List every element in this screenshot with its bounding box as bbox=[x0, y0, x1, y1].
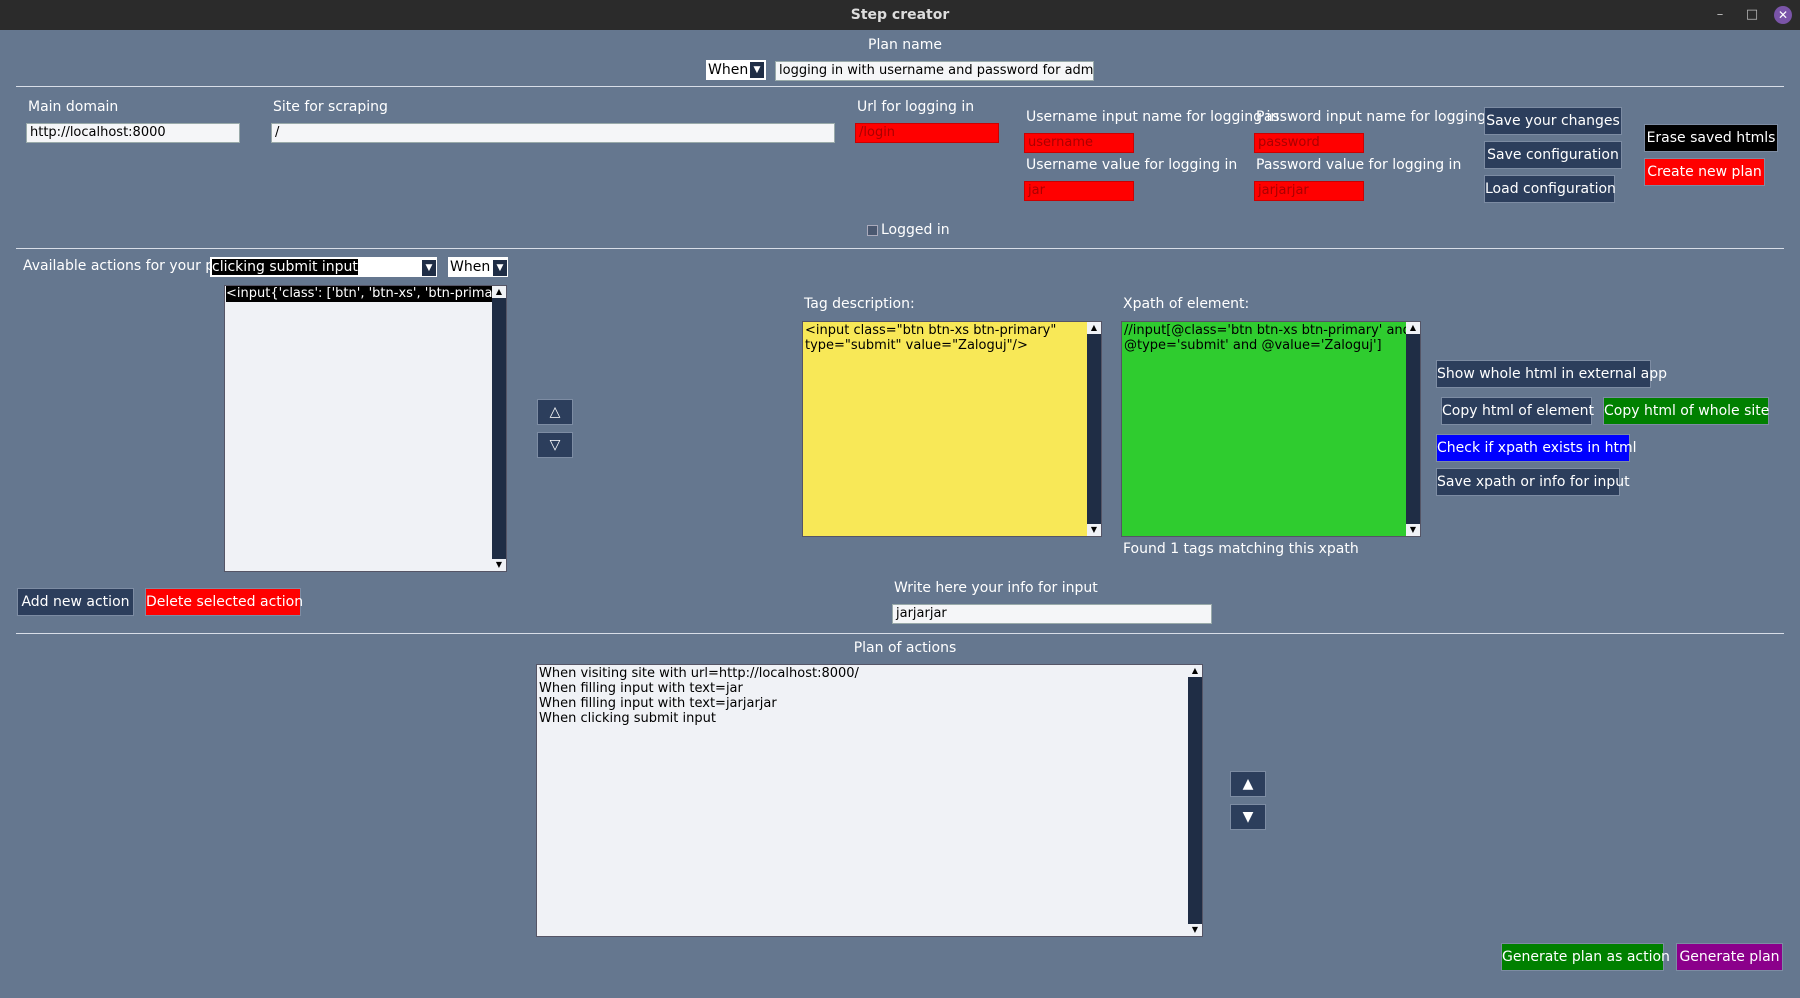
check-xpath-button[interactable]: Check if xpath exists in html bbox=[1436, 434, 1637, 462]
tag-description-text: <input class="btn btn-xs btn-primary" ty… bbox=[805, 323, 1057, 353]
username-input-label: Username input name for logging in bbox=[1026, 109, 1280, 125]
tag-scrollbar[interactable]: ▲ ▼ bbox=[1087, 322, 1101, 536]
copy-site-html-button[interactable]: Copy html of whole site bbox=[1603, 397, 1769, 425]
scroll-down-icon[interactable]: ▼ bbox=[1406, 524, 1420, 536]
generate-plan-button[interactable]: Generate plan bbox=[1676, 943, 1783, 971]
copy-element-html-button[interactable]: Copy html of element bbox=[1441, 397, 1594, 425]
erase-htmls-button[interactable]: Erase saved htmls bbox=[1644, 124, 1778, 152]
divider bbox=[16, 633, 1784, 634]
window-title: Step creator bbox=[850, 7, 950, 23]
scroll-down-icon[interactable]: ▼ bbox=[492, 559, 506, 571]
site-label: Site for scraping bbox=[273, 99, 388, 115]
move-up-button[interactable]: △ bbox=[537, 399, 573, 425]
tag-description-box[interactable]: <input class="btn btn-xs btn-primary" ty… bbox=[802, 321, 1102, 537]
username-value-field[interactable]: jar bbox=[1024, 181, 1134, 201]
scroll-up-icon[interactable]: ▲ bbox=[1087, 322, 1101, 334]
divider bbox=[16, 86, 1784, 87]
close-icon[interactable]: ✕ bbox=[1774, 6, 1792, 24]
action-keyword-value: When bbox=[450, 259, 491, 275]
actions-list-scrollbar[interactable]: ▲ ▼ bbox=[492, 286, 506, 571]
plan-actions-text: When visiting site with url=http://local… bbox=[539, 666, 859, 726]
username-value-label: Username value for logging in bbox=[1026, 157, 1238, 173]
tag-description-label: Tag description: bbox=[804, 296, 915, 312]
maximize-icon[interactable]: □ bbox=[1744, 7, 1760, 23]
input-info-label: Write here your info for input bbox=[894, 580, 1098, 596]
login-url-label: Url for logging in bbox=[857, 99, 975, 115]
add-action-button[interactable]: Add new action bbox=[17, 588, 134, 616]
plan-actions-box[interactable]: When visiting site with url=http://local… bbox=[536, 664, 1203, 937]
logged-in-checkbox[interactable] bbox=[867, 225, 878, 236]
scroll-down-icon[interactable]: ▼ bbox=[1087, 524, 1101, 536]
xpath-scrollbar[interactable]: ▲ ▼ bbox=[1406, 322, 1420, 536]
scroll-up-icon[interactable]: ▲ bbox=[1188, 665, 1202, 677]
move-down-button[interactable]: ▽ bbox=[537, 432, 573, 458]
plan-move-up-button[interactable]: ▲ bbox=[1230, 771, 1266, 797]
xpath-status: Found 1 tags matching this xpath bbox=[1123, 541, 1359, 557]
chevron-down-icon[interactable]: ▼ bbox=[493, 260, 507, 276]
password-value-label: Password value for logging in bbox=[1256, 157, 1462, 173]
plan-keyword-value: When bbox=[708, 62, 749, 78]
xpath-label: Xpath of element: bbox=[1123, 296, 1250, 312]
action-select-value: clicking submit input bbox=[212, 259, 358, 275]
chevron-down-icon[interactable]: ▼ bbox=[422, 260, 436, 276]
save-xpath-button[interactable]: Save xpath or info for input bbox=[1436, 468, 1630, 496]
minimize-icon[interactable]: – bbox=[1712, 7, 1728, 23]
generate-plan-action-button[interactable]: Generate plan as action bbox=[1501, 943, 1670, 971]
actions-list[interactable]: <input{'class': ['btn', 'btn-xs', 'btn-p… bbox=[224, 285, 507, 572]
title-bar: Step creator bbox=[0, 0, 1800, 30]
main-domain-label: Main domain bbox=[28, 99, 119, 115]
load-configuration-button[interactable]: Load configuration bbox=[1484, 175, 1616, 203]
password-value-field[interactable]: jarjarjar bbox=[1254, 181, 1364, 201]
password-input-label: Password input name for logging in bbox=[1256, 109, 1504, 125]
site-input[interactable]: / bbox=[271, 123, 835, 143]
plan-name-input[interactable]: logging in with username and password fo… bbox=[775, 61, 1094, 81]
plan-move-down-button[interactable]: ▼ bbox=[1230, 804, 1266, 830]
show-html-button[interactable]: Show whole html in external app bbox=[1436, 360, 1667, 388]
logged-in-label: Logged in bbox=[881, 222, 950, 238]
scroll-down-icon[interactable]: ▼ bbox=[1188, 924, 1202, 936]
save-changes-button[interactable]: Save your changes bbox=[1484, 107, 1622, 135]
plan-scrollbar[interactable]: ▲ ▼ bbox=[1188, 665, 1202, 936]
input-info-field[interactable]: jarjarjar bbox=[892, 604, 1212, 624]
list-item[interactable]: <input{'class': ['btn', 'btn-xs', 'btn-p… bbox=[226, 286, 492, 302]
scroll-up-icon[interactable]: ▲ bbox=[492, 286, 506, 298]
action-select[interactable]: clicking submit input bbox=[210, 257, 437, 277]
xpath-text: //input[@class='btn btn-xs btn-primary' … bbox=[1124, 323, 1411, 353]
delete-action-button[interactable]: Delete selected action bbox=[145, 588, 303, 616]
username-input-name-field[interactable]: username bbox=[1024, 133, 1134, 153]
scroll-up-icon[interactable]: ▲ bbox=[1406, 322, 1420, 334]
divider bbox=[16, 248, 1784, 249]
login-url-input[interactable]: /login bbox=[855, 123, 999, 143]
plan-actions-label: Plan of actions bbox=[853, 640, 957, 656]
save-configuration-button[interactable]: Save configuration bbox=[1484, 141, 1622, 169]
xpath-box[interactable]: //input[@class='btn btn-xs btn-primary' … bbox=[1121, 321, 1421, 537]
password-input-name-field[interactable]: password bbox=[1254, 133, 1364, 153]
chevron-down-icon[interactable]: ▼ bbox=[750, 62, 764, 78]
main-domain-input[interactable]: http://localhost:8000 bbox=[26, 123, 240, 143]
actions-label: Available actions for your plan bbox=[23, 258, 236, 274]
create-plan-button[interactable]: Create new plan bbox=[1644, 158, 1765, 186]
plan-name-label: Plan name bbox=[868, 37, 942, 53]
